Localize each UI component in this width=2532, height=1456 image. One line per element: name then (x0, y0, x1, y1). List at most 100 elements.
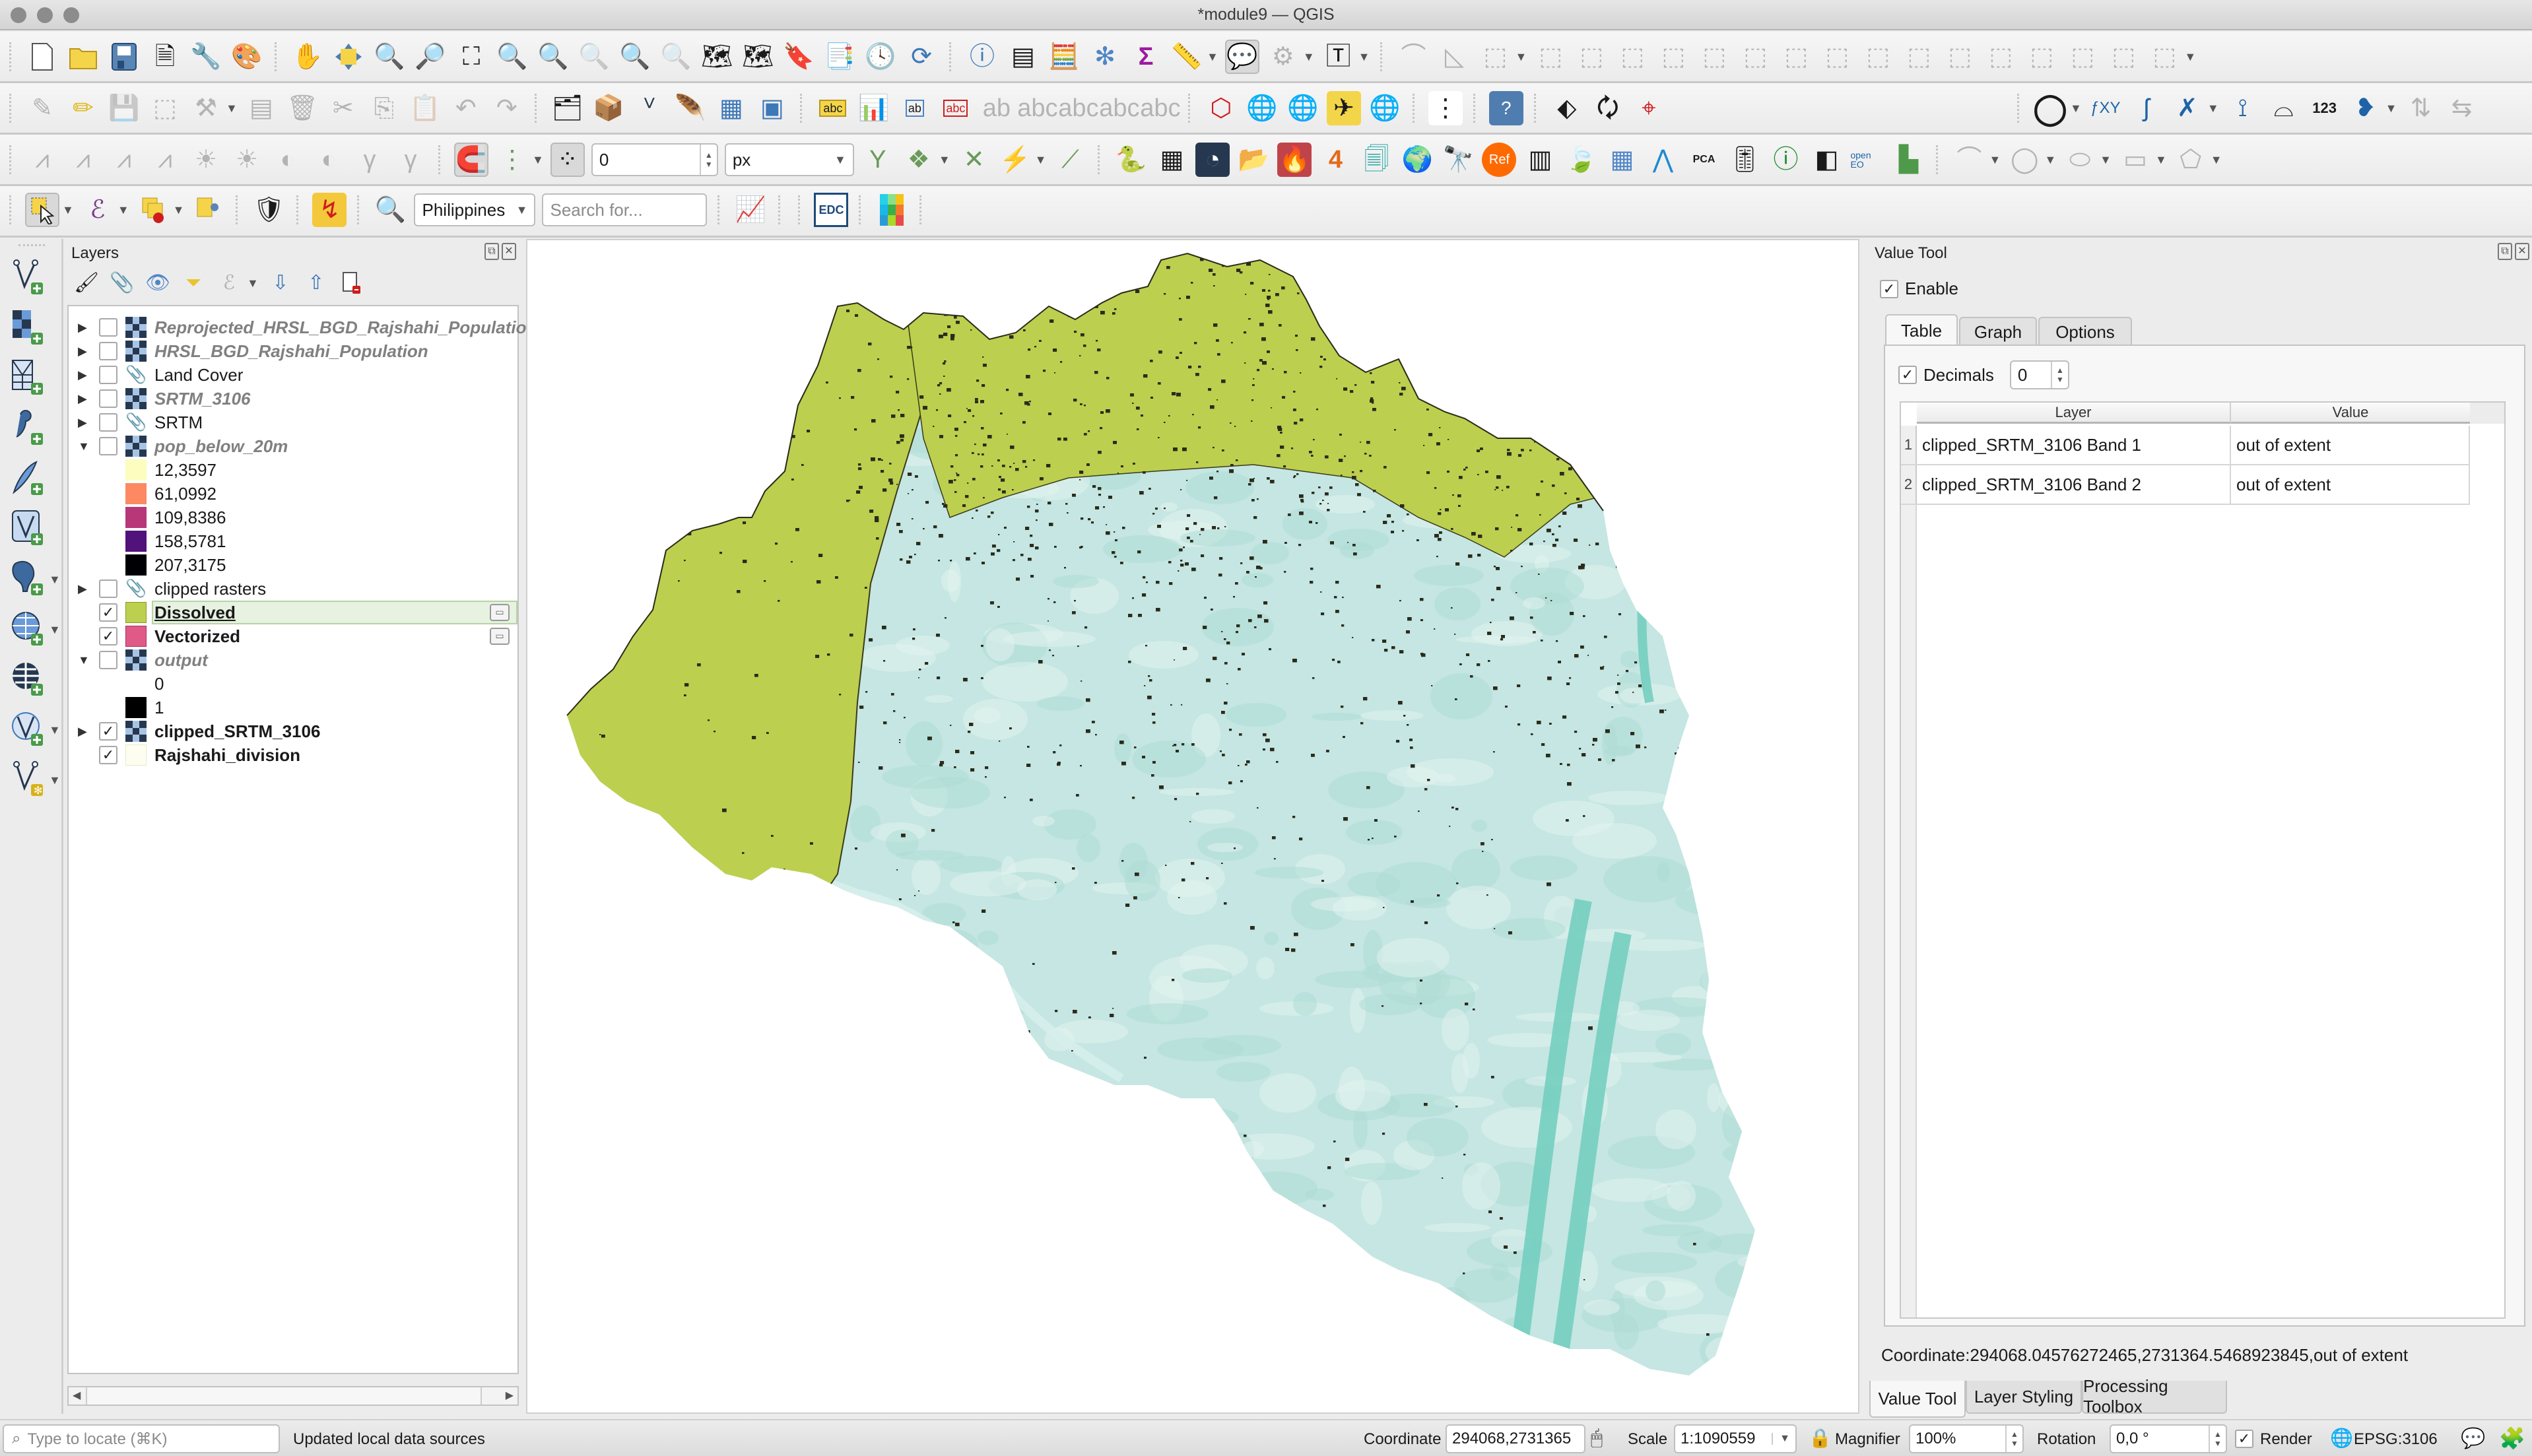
add-xyz-layer-icon[interactable] (8, 659, 48, 698)
layer-item[interactable]: ▼ output (69, 648, 517, 672)
snapping-on-intersection-icon[interactable]: ✕ (957, 143, 991, 177)
delete-part-icon[interactable]: ⬚ (1779, 40, 1813, 74)
select-expression-dropdown-icon[interactable]: ▼ (117, 203, 129, 217)
select-by-location-icon[interactable] (191, 193, 225, 227)
new-shapefile-layer-icon[interactable]: ⱽ (632, 91, 667, 125)
manage-map-themes-icon[interactable]: 👁 (144, 269, 172, 297)
run-feature-action-icon[interactable]: ⚙ (1266, 40, 1300, 74)
table-row[interactable]: 1 clipped_SRTM_3106 Band 1 out of extent (1901, 426, 2470, 465)
new-layer-dropdown-icon[interactable]: ▼ (49, 774, 61, 787)
avoid-overlap-icon[interactable]: ❖ (902, 143, 936, 177)
decimals-spinbox[interactable]: 0 ▲ ▼ (2009, 360, 2069, 389)
rotation-spinner[interactable]: ▲ ▼ (2209, 1426, 2226, 1452)
plugin-openeo-icon[interactable]: open EO (1850, 143, 1884, 177)
add-wms-layer-icon[interactable]: 🌐 (1245, 91, 1279, 125)
vertex-tool-dropdown-icon[interactable]: ▼ (2207, 102, 2219, 116)
filter-legend-icon[interactable]: ⏷ (180, 269, 207, 297)
self-snapping-icon[interactable]: ⚡ (998, 143, 1032, 177)
plugin-grid-icon[interactable]: ▥ (1523, 143, 1557, 177)
new-temporary-layer-icon[interactable]: ▦ (714, 91, 749, 125)
crs-button[interactable]: EPSG:3106 (2354, 1430, 2438, 1449)
layer-item[interactable]: ▶ SRTM_3106 (69, 387, 517, 411)
zoom-last-icon[interactable]: 🔍 (618, 40, 652, 74)
new-map-view-icon[interactable]: 🗺 (700, 40, 734, 74)
plugin-leaf-icon[interactable]: 🍃 (1564, 143, 1598, 177)
close-panel-button[interactable]: ✕ (2515, 243, 2529, 260)
plugin-fire-icon[interactable]: 🔥 (1277, 143, 1312, 177)
layers-horizontal-scrollbar[interactable]: ◀ ▶ (67, 1386, 519, 1406)
snapping-tolerance-input[interactable]: 0 ▲ ▼ (591, 143, 718, 176)
zoom-full-icon[interactable]: ⛶ (454, 40, 488, 74)
render-checkbox[interactable]: ✓ (2235, 1430, 2253, 1448)
shape-digitizing-icon[interactable]: ◺ (1437, 40, 1471, 74)
save-project-icon[interactable] (107, 40, 141, 74)
vertical-toolbar-grip[interactable] (18, 244, 45, 251)
route-plugin-icon[interactable]: ↯ (312, 193, 347, 227)
zoom-out-icon[interactable]: 🔎 (413, 40, 448, 74)
filter-by-expression-icon[interactable]: ℰ (215, 269, 243, 297)
paste-features-icon[interactable]: 📋 (408, 91, 442, 125)
toggle-editing-icon[interactable]: ✏ (66, 91, 100, 125)
plugin-update-icon[interactable]: 🧩 (2499, 1426, 2525, 1451)
circular-dropdown-icon[interactable]: ▼ (1989, 153, 2001, 167)
add-circle-icon[interactable]: ◯ (2007, 143, 2042, 177)
local-histogram-stretch-icon[interactable]: ⩘ (66, 143, 100, 177)
plugin-globe-icon[interactable]: 🌍 (1400, 143, 1434, 177)
plugin-green-map-icon[interactable]: ▙ (1891, 143, 1925, 177)
zoom-in-icon[interactable]: 🔍 (372, 40, 407, 74)
rotate-point-symbols-icon[interactable]: ⬚ (2065, 40, 2100, 74)
lock-scale-icon[interactable]: 🔒 (1809, 1427, 1832, 1449)
snapping-units-select[interactable]: px ▼ (724, 143, 854, 176)
layout-manager-icon[interactable]: 🔧 (189, 40, 223, 74)
add-vector-layer-icon[interactable] (8, 257, 48, 297)
toggle-label-display-icon[interactable]: abc (939, 91, 973, 125)
identify-features-icon[interactable]: ⓘ (965, 40, 999, 74)
data-source-manager-icon[interactable]: 🗂 (550, 91, 585, 125)
full-histogram-stretch-icon[interactable]: ⩘ (107, 143, 141, 177)
memory-layer-icon[interactable]: ▭ (490, 628, 510, 645)
xy-tool-icon[interactable]: ƒXY (2088, 91, 2123, 125)
layer-visibility-checkbox[interactable] (99, 651, 117, 669)
annotation-dropdown-icon[interactable]: ▼ (1358, 50, 1370, 64)
advanced-digitizing-dropdown-icon[interactable]: ▼ (2184, 50, 2196, 64)
rotate-feature-icon[interactable]: ⬚ (1533, 40, 1568, 74)
tab-graph[interactable]: Graph (1959, 317, 2037, 346)
move-label-icon[interactable]: abc (1058, 91, 1098, 125)
new-project-icon[interactable] (25, 40, 59, 74)
polygon-tool-icon[interactable]: ⬡ (1204, 91, 1238, 125)
geocoder-country-select[interactable]: Philippines ▼ (414, 193, 536, 226)
ellipse-dropdown-icon[interactable]: ▼ (2100, 153, 2112, 167)
processing-toolbox-icon[interactable]: ✻ (1088, 40, 1122, 74)
layer-visibility-checkbox[interactable] (99, 318, 117, 337)
copy-features-icon[interactable]: ⎘ (367, 91, 401, 125)
merge-selected-features-icon[interactable]: ⬚ (1983, 40, 2018, 74)
new-virtual-layer-icon[interactable]: ▣ (755, 91, 789, 125)
delete-vertex-icon[interactable]: ✗ (2170, 91, 2205, 125)
plugin-binoculars-icon[interactable]: 🔭 (1441, 143, 1475, 177)
tolerance-spinner[interactable]: ▲ ▼ (699, 145, 717, 175)
geocoder-search-icon[interactable]: 🔍 (373, 193, 407, 227)
measure-dropdown-icon[interactable]: ▼ (1207, 50, 1218, 64)
map-tips-icon[interactable]: 💬 (1224, 40, 1259, 74)
plugin-pca-icon[interactable]: PCA (1686, 143, 1721, 177)
layer-group[interactable]: ▶ 📎 clipped rasters (69, 577, 517, 601)
add-feature-icon[interactable]: ⬚ (148, 91, 182, 125)
current-edits-icon[interactable]: ✎ (25, 91, 59, 125)
add-group-icon[interactable]: 📎 (108, 269, 136, 297)
save-layer-edits-icon[interactable]: 💾 (107, 91, 141, 125)
add-mesh-layer-icon[interactable] (8, 358, 48, 397)
layer-labeling-options-icon[interactable]: abc (816, 91, 850, 125)
add-circular-string-icon[interactable]: ⌒ (1952, 143, 1986, 177)
pan-map-icon[interactable]: ✋ (290, 40, 325, 74)
enable-snapping-icon[interactable]: 🧲 (454, 143, 488, 177)
expand-arrow-icon[interactable]: ▶ (78, 725, 87, 739)
select-features-icon[interactable] (25, 193, 59, 227)
metasearch-icon[interactable]: 🌐 (1368, 91, 1402, 125)
style-manager-icon[interactable]: 🎨 (230, 40, 264, 74)
expand-arrow-icon[interactable]: ▶ (78, 416, 87, 430)
show-hide-labels-icon[interactable]: abc (1017, 91, 1057, 125)
rotate-label-icon[interactable]: abc (1099, 91, 1139, 125)
geocoder-search-input[interactable]: Search for... (542, 193, 708, 226)
wms-dropdown-icon[interactable]: ▼ (49, 623, 61, 637)
decimals-checkbox[interactable]: ✓ (1898, 366, 1917, 384)
